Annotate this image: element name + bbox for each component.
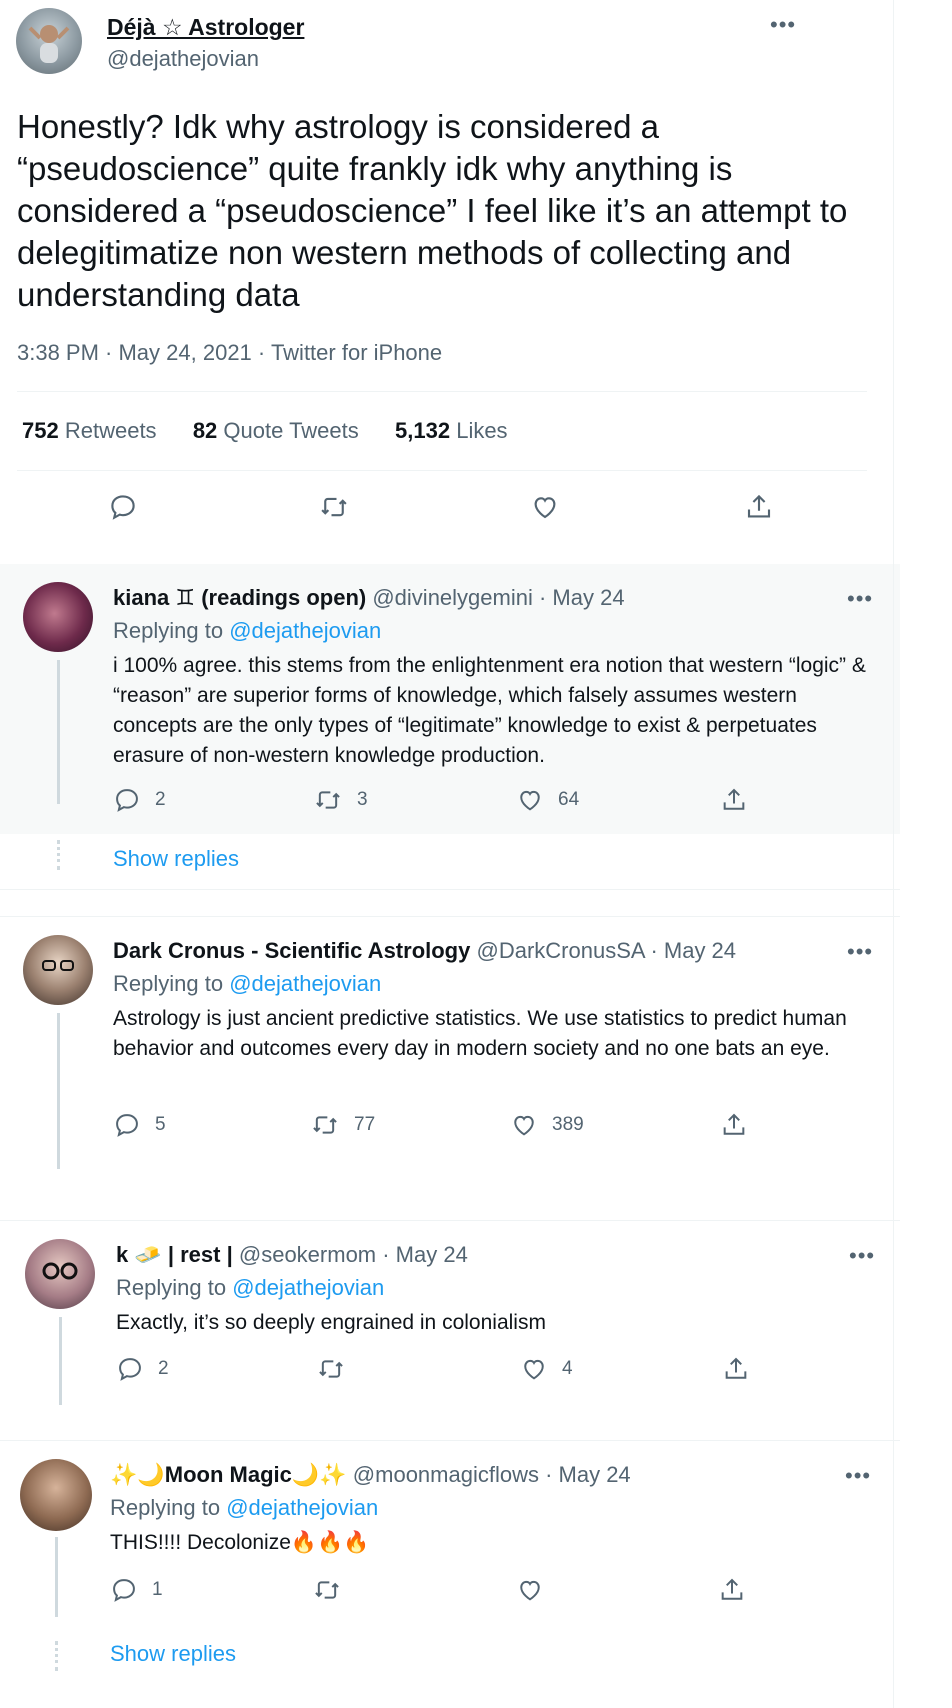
avatar[interactable] <box>16 8 82 74</box>
mention-link[interactable]: @dejathejovian <box>226 1495 378 1520</box>
thread-line <box>59 1317 62 1405</box>
like-icon <box>520 1580 540 1601</box>
like-button[interactable]: 4 <box>520 1355 573 1383</box>
more-icon[interactable]: ••• <box>845 1465 871 1487</box>
like-button[interactable]: 64 <box>516 786 579 814</box>
share-icon <box>721 1578 743 1600</box>
show-replies-row: Show replies <box>0 834 900 890</box>
reply-count: 5 <box>155 1114 166 1135</box>
retweet-icon[interactable] <box>318 492 350 522</box>
more-icon[interactable]: ••• <box>849 1245 875 1267</box>
avatar[interactable] <box>23 935 93 1005</box>
replying-to: Replying to @dejathejovian <box>110 1495 379 1520</box>
more-icon[interactable]: ••• <box>847 941 873 963</box>
retweets-stat[interactable]: 752 Retweets <box>22 418 157 443</box>
reply-author-meta[interactable]: @DarkCronusSA · May 24 <box>477 938 737 963</box>
quotes-stat[interactable]: 82 Quote Tweets <box>193 418 359 443</box>
reply-count: 1 <box>152 1579 163 1600</box>
reply-icon[interactable] <box>108 492 138 522</box>
reply-count: 2 <box>155 789 166 810</box>
like-icon[interactable] <box>530 492 560 522</box>
reply-text: THIS!!!! Decolonize🔥🔥🔥 <box>110 1531 370 1554</box>
reply-author-meta[interactable]: @seokermom · May 24 <box>239 1242 468 1267</box>
reply-tweet[interactable]: Dark Cronus - Scientific Astrology @Dark… <box>0 916 900 1178</box>
like-count: 64 <box>558 789 580 810</box>
reply-button[interactable]: 2 <box>113 786 166 814</box>
thread-line <box>57 660 60 804</box>
show-replies-link[interactable]: Show replies <box>110 1641 236 1667</box>
tweet-text: Honestly? Idk why astrology is considere… <box>17 108 848 313</box>
like-icon <box>524 1359 544 1380</box>
retweet-button[interactable] <box>312 1576 342 1604</box>
retweet-icon <box>315 1581 339 1599</box>
thread-line <box>55 1537 58 1617</box>
like-count: 389 <box>552 1114 584 1135</box>
reply-text: Exactly, it’s so deeply engrained in col… <box>116 1311 546 1334</box>
author-display-name[interactable]: Déjà ☆ Astrologer <box>107 14 304 41</box>
share-icon <box>723 1113 745 1135</box>
author-handle[interactable]: @dejathejovian <box>107 46 259 72</box>
reply-author-name[interactable]: k 🧈 | rest | <box>116 1242 233 1267</box>
like-icon <box>520 790 540 811</box>
like-button[interactable]: 389 <box>510 1111 584 1139</box>
mention-link[interactable]: @dejathejovian <box>232 1275 384 1300</box>
avatar[interactable] <box>20 1459 92 1531</box>
tweet-timestamp[interactable]: 3:38 PM · May 24, 2021 · Twitter for iPh… <box>17 340 442 366</box>
retweet-button[interactable]: 3 <box>313 786 368 814</box>
column-border <box>893 0 894 1708</box>
reply-icon <box>119 1358 141 1381</box>
reply-author-name[interactable]: kiana ♊ (readings open) <box>113 585 366 610</box>
like-icon <box>514 1115 534 1136</box>
retweet-icon <box>316 791 340 809</box>
share-button[interactable] <box>718 1576 746 1604</box>
reply-tweet[interactable]: ✨🌙Moon Magic🌙✨ @moonmagicflows · May 24 … <box>0 1440 900 1708</box>
share-button[interactable] <box>720 1111 748 1139</box>
share-button[interactable] <box>722 1355 750 1383</box>
share-icon <box>723 788 745 810</box>
retweet-icon <box>313 1116 337 1134</box>
mention-link[interactable]: @dejathejovian <box>229 971 381 996</box>
thread-line <box>57 840 60 870</box>
retweet-count: 3 <box>357 789 368 810</box>
mention-link[interactable]: @dejathejovian <box>229 618 381 643</box>
reply-author-name[interactable]: Dark Cronus - Scientific Astrology <box>113 938 470 963</box>
likes-stat[interactable]: 5,132 Likes <box>395 418 508 443</box>
share-icon <box>725 1357 747 1379</box>
reply-icon <box>116 789 138 812</box>
tweet-stats: 752 Retweets 82 Quote Tweets 5,132 Likes <box>22 418 508 444</box>
more-icon[interactable]: ••• <box>770 14 796 36</box>
like-count: 4 <box>562 1358 573 1379</box>
avatar[interactable] <box>25 1239 95 1309</box>
reply-count: 2 <box>158 1358 169 1379</box>
more-icon[interactable]: ••• <box>847 588 873 610</box>
thread-line <box>55 1641 58 1671</box>
reply-button[interactable]: 2 <box>116 1355 169 1383</box>
reply-text: Astrology is just ancient predictive sta… <box>113 1007 847 1060</box>
replying-to: Replying to @dejathejovian <box>116 1275 385 1300</box>
replying-to: Replying to @dejathejovian <box>113 618 382 643</box>
reply-button[interactable]: 1 <box>110 1576 163 1604</box>
retweet-button[interactable] <box>316 1355 346 1383</box>
retweet-icon <box>319 1360 343 1378</box>
like-button[interactable] <box>516 1576 544 1604</box>
reply-author-meta[interactable]: @moonmagicflows · May 24 <box>353 1462 631 1487</box>
reply-tweet[interactable]: k 🧈 | rest | @seokermom · May 24 ••• Rep… <box>0 1220 900 1414</box>
thread-line <box>57 1013 60 1169</box>
reply-icon <box>116 1114 138 1137</box>
reply-tweet[interactable]: kiana ♊ (readings open) @divinelygemini … <box>0 564 900 834</box>
reply-author-name[interactable]: ✨🌙Moon Magic🌙✨ <box>110 1462 347 1487</box>
reply-author-meta[interactable]: @divinelygemini · May 24 <box>372 585 624 610</box>
show-replies-link[interactable]: Show replies <box>113 846 239 872</box>
share-icon[interactable] <box>744 492 774 522</box>
avatar[interactable] <box>23 582 93 652</box>
reply-icon <box>113 1579 135 1602</box>
divider <box>17 391 867 392</box>
retweet-button[interactable]: 77 <box>310 1111 375 1139</box>
reply-button[interactable]: 5 <box>113 1111 166 1139</box>
share-button[interactable] <box>720 786 748 814</box>
replying-to: Replying to @dejathejovian <box>113 971 382 996</box>
retweet-count: 77 <box>354 1114 376 1135</box>
reply-text: i 100% agree. this stems from the enligh… <box>113 654 866 767</box>
divider <box>17 470 867 471</box>
